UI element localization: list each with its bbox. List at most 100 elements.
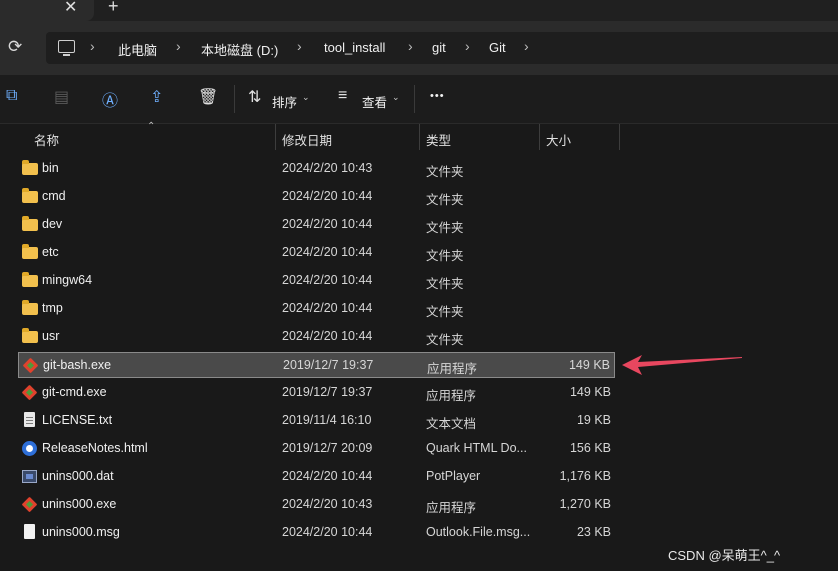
folder-row[interactable]: usr 2024/2/20 10:44 文件夹 (18, 324, 615, 350)
html-icon (22, 441, 37, 456)
column-header-name[interactable]: 名称 (34, 130, 59, 149)
file-type: 文件夹 (426, 193, 464, 207)
refresh-icon[interactable]: ⟳ (8, 37, 22, 57)
breadcrumb-separator[interactable]: › (408, 38, 413, 54)
breadcrumb-separator[interactable]: › (90, 38, 95, 54)
file-modified-date: 2024/2/20 10:44 (282, 189, 373, 203)
file-size: 19 KB (576, 413, 611, 427)
folder-row[interactable]: cmd 2024/2/20 10:44 文件夹 (18, 184, 615, 210)
file-name: bin (42, 161, 59, 175)
git-icon (22, 357, 39, 374)
new-tab-icon[interactable]: + (108, 0, 119, 17)
folder-row[interactable]: mingw64 2024/2/20 10:44 文件夹 (18, 268, 615, 294)
git-icon (21, 496, 38, 513)
breadcrumb-separator[interactable]: › (176, 38, 181, 54)
tab-strip: ✕ + (0, 0, 838, 21)
file-modified-date: 2024/2/20 10:44 (282, 329, 373, 343)
file-modified-date: 2024/2/20 10:44 (282, 217, 373, 231)
folder-icon (22, 244, 38, 259)
folder-icon (22, 300, 38, 315)
file-name: unins000.exe (42, 497, 117, 511)
file-size: 149 KB (569, 385, 611, 399)
column-divider[interactable] (619, 124, 620, 150)
breadcrumb-separator[interactable]: › (524, 38, 529, 54)
annotation-arrow (622, 355, 742, 375)
folder-icon (22, 272, 38, 287)
delete-icon[interactable]: 🗑 (198, 87, 218, 107)
toolbar-divider (414, 85, 415, 113)
share-icon[interactable]: ⇪ (150, 87, 163, 107)
breadcrumb-this-pc[interactable]: 此电脑 (118, 40, 157, 59)
command-bar: ⧉ ▤ Ⓐ ⇪ 🗑 ⇅ 排序 ⌄ ≡ 查看 ⌄ ••• (0, 75, 838, 124)
computer-icon (58, 40, 75, 56)
file-name: ReleaseNotes.html (42, 441, 148, 455)
file-row[interactable]: unins000.dat 2024/2/20 10:44 PotPlayer 1,17… (18, 464, 615, 490)
folder-icon (22, 328, 38, 343)
folder-row[interactable]: tmp 2024/2/20 10:44 文件夹 (18, 296, 615, 322)
more-options-icon[interactable]: ••• (430, 90, 445, 102)
file-row[interactable]: git-cmd.exe 2019/12/7 19:37 应用程序 149 KB (18, 380, 615, 406)
breadcrumb-separator[interactable]: › (465, 38, 470, 54)
column-header-size[interactable]: 大小 (546, 130, 571, 149)
active-tab[interactable]: ✕ (0, 0, 94, 21)
git-icon (21, 384, 38, 401)
toolbar-divider (234, 85, 235, 113)
file-type: 文件夹 (426, 277, 464, 291)
sort-icon: ⇅ (248, 89, 262, 106)
file-name: cmd (42, 189, 66, 203)
file-modified-date: 2019/12/7 19:37 (283, 358, 374, 372)
file-modified-date: 2024/2/20 10:44 (282, 469, 373, 483)
column-divider[interactable] (275, 124, 276, 150)
folder-row[interactable]: bin 2024/2/20 10:43 文件夹 (18, 156, 615, 182)
watermark: CSDN @呆萌王^_^ (668, 548, 781, 563)
column-header-type[interactable]: 类型 (426, 130, 451, 149)
folder-icon (22, 188, 38, 203)
file-modified-date: 2024/2/20 10:44 (282, 273, 373, 287)
paste-icon[interactable]: ▤ (54, 87, 69, 107)
column-divider[interactable] (539, 124, 540, 150)
msg-icon (24, 524, 35, 539)
close-tab-icon[interactable]: ✕ (64, 0, 77, 17)
file-size: 1,176 KB (559, 469, 611, 483)
file-name: LICENSE.txt (42, 413, 113, 427)
file-row[interactable]: LICENSE.txt 2019/11/4 16:10 文本文档 19 KB (18, 408, 615, 434)
file-type: 文件夹 (426, 221, 464, 235)
address-bar[interactable]: › 此电脑 › 本地磁盘 (D:) › tool_install › git ›… (46, 32, 838, 64)
breadcrumb-separator[interactable]: › (297, 38, 302, 54)
copy-icon[interactable]: ⧉ (6, 87, 17, 105)
file-type: Quark HTML Do... (426, 441, 527, 455)
file-list: ⌃ 名称 修改日期 类型 大小 bin 2024/2/20 10:43 文件夹 cmd… (0, 121, 838, 571)
column-divider[interactable] (419, 124, 420, 150)
folder-row[interactable]: etc 2024/2/20 10:44 文件夹 (18, 240, 615, 266)
column-headers: ⌃ 名称 修改日期 类型 大小 (0, 121, 838, 152)
file-type: 文本文档 (426, 417, 477, 431)
file-name: git-bash.exe (43, 358, 112, 372)
breadcrumb-drive-d[interactable]: 本地磁盘 (D:) (201, 40, 278, 59)
file-row[interactable]: unins000.msg 2024/2/20 10:44 Outlook.File.… (18, 520, 615, 546)
sort-label: 排序 (272, 96, 298, 110)
folder-icon (22, 160, 38, 175)
breadcrumb-git-folder[interactable]: Git (489, 40, 506, 55)
file-size: 23 KB (576, 525, 611, 539)
folder-row[interactable]: dev 2024/2/20 10:44 文件夹 (18, 212, 615, 238)
file-type: 应用程序 (427, 362, 478, 376)
file-name: mingw64 (42, 273, 93, 287)
file-row[interactable]: ReleaseNotes.html 2019/12/7 20:09 Quark HT… (18, 436, 615, 462)
file-name: usr (42, 329, 60, 343)
file-name: etc (42, 245, 59, 259)
breadcrumb-git[interactable]: git (432, 40, 446, 55)
chevron-down-icon: ⌄ (392, 92, 400, 102)
file-type: PotPlayer (426, 469, 481, 483)
file-modified-date: 2024/2/20 10:44 (282, 525, 373, 539)
column-header-date[interactable]: 修改日期 (282, 130, 332, 149)
file-modified-date: 2024/2/20 10:44 (282, 301, 373, 315)
file-modified-date: 2024/2/20 10:43 (282, 161, 373, 175)
file-row[interactable]: unins000.exe 2024/2/20 10:43 应用程序 1,270 KB (18, 492, 615, 518)
file-row[interactable]: git-bash.exe 2019/12/7 19:37 应用程序 149 KB (18, 352, 615, 378)
file-type: 文件夹 (426, 333, 464, 347)
address-row: ⟳ › 此电脑 › 本地磁盘 (D:) › tool_install › git… (0, 21, 838, 76)
breadcrumb-tool-install[interactable]: tool_install (324, 40, 385, 55)
file-type: 应用程序 (426, 501, 477, 515)
file-name: unins000.dat (42, 469, 114, 483)
rename-icon[interactable]: Ⓐ (102, 87, 118, 111)
